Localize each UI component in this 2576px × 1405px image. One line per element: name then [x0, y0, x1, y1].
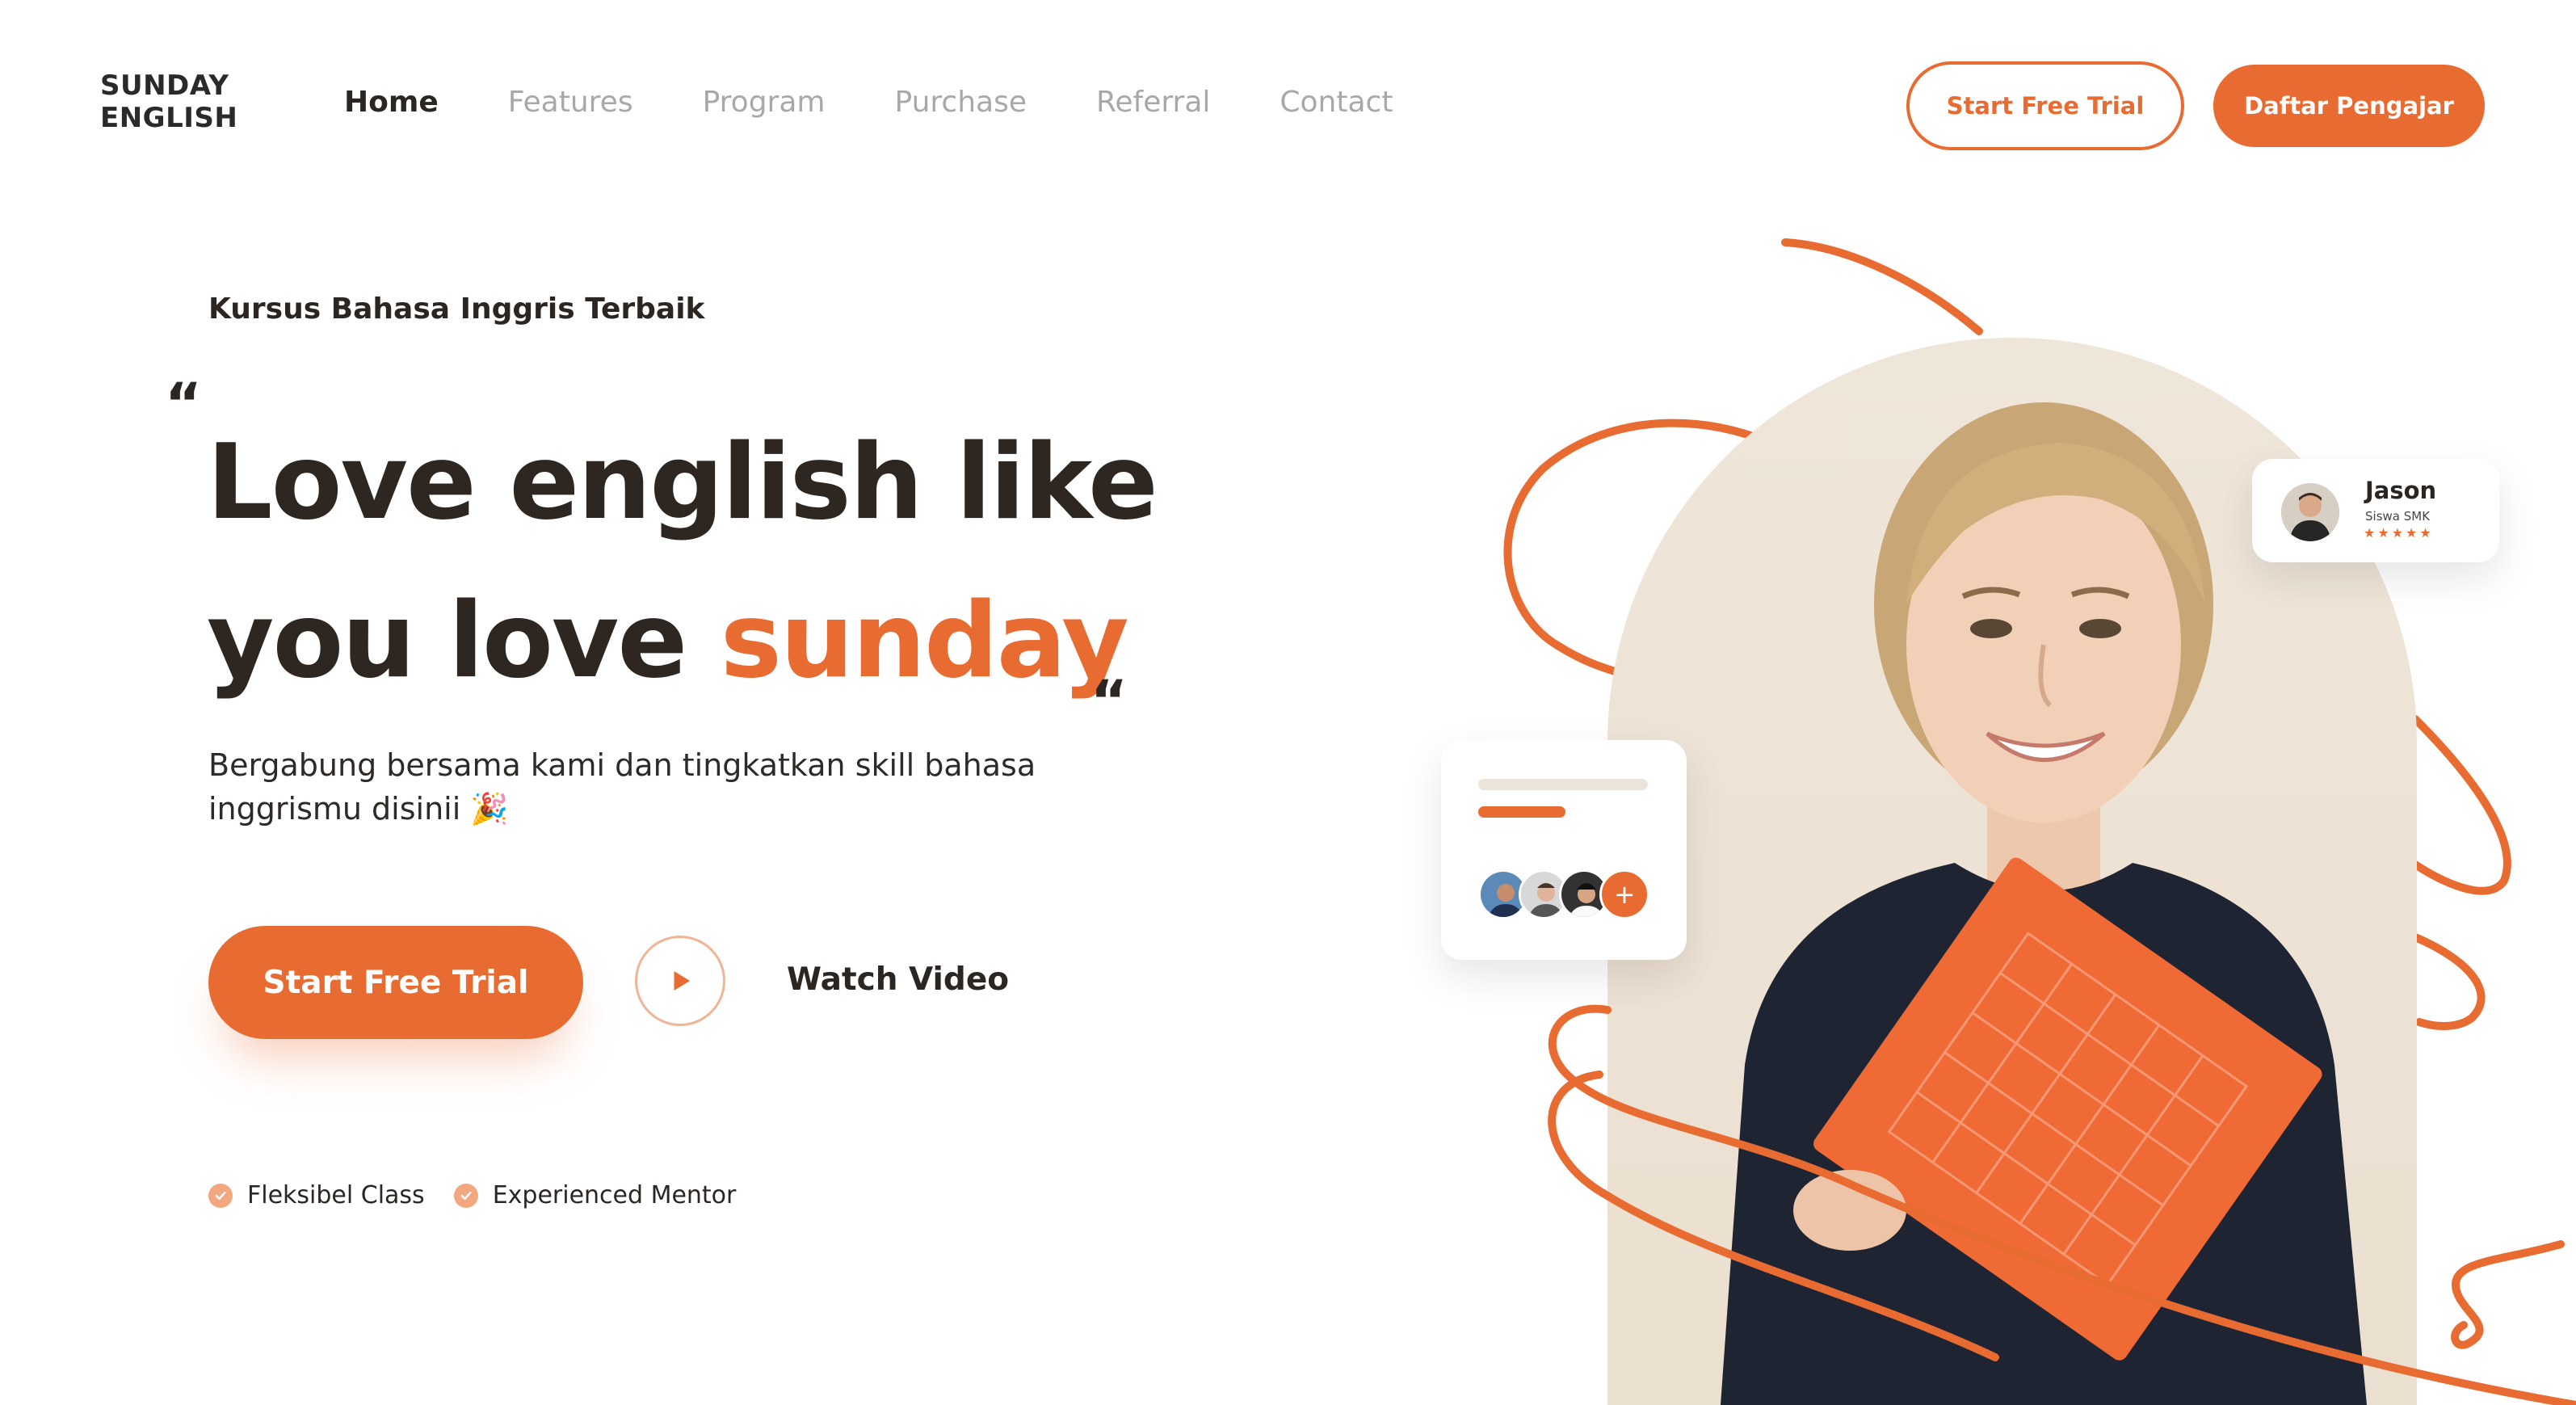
testimonial-card: Jason Siswa SMK ★★★★★	[2252, 459, 2499, 562]
student-avatars: +	[1478, 869, 1649, 919]
quote-open-icon: “	[165, 371, 203, 437]
testimonial-name: Jason	[2365, 477, 2437, 504]
nav-item-referral[interactable]: Referral	[1096, 84, 1210, 121]
check-icon	[208, 1183, 233, 1208]
hero-eyebrow: Kursus Bahasa Inggris Terbaik	[208, 292, 705, 326]
brand-line-2: ENGLISH	[100, 102, 238, 134]
rating-stars-icon: ★★★★★	[2364, 525, 2434, 541]
header-start-trial-button[interactable]: Start Free Trial	[1906, 61, 2184, 150]
placeholder-line	[1478, 779, 1648, 790]
register-teacher-button[interactable]: Daftar Pengajar	[2213, 65, 2485, 147]
headline-line-2: you love	[207, 581, 721, 701]
check-icon	[453, 1183, 478, 1208]
feature-item: Experienced Mentor	[453, 1181, 737, 1209]
nav-item-contact[interactable]: Contact	[1280, 84, 1393, 121]
main-nav: Home Features Program Purchase Referral …	[344, 84, 1462, 121]
feature-label: Fleksibel Class	[247, 1181, 425, 1209]
feature-list: Fleksibel Class Experienced Mentor	[208, 1181, 765, 1209]
testimonial-role: Siswa SMK	[2365, 509, 2431, 524]
brand-line-1: SUNDAY	[100, 69, 229, 102]
hero-headline: Love english like you love sunday	[207, 404, 1158, 721]
add-more-avatar-button[interactable]: +	[1599, 869, 1649, 919]
headline-accent: sunday	[720, 581, 1129, 701]
brand-logo[interactable]: SUNDAY ENGLISH	[100, 69, 237, 134]
nav-item-program[interactable]: Program	[703, 84, 826, 121]
quote-close-icon: “	[1090, 668, 1128, 734]
nav-item-home[interactable]: Home	[344, 84, 439, 121]
play-video-button[interactable]	[635, 936, 725, 1026]
nav-item-purchase[interactable]: Purchase	[895, 84, 1027, 121]
nav-item-features[interactable]: Features	[508, 84, 633, 121]
placeholder-line-accent	[1478, 806, 1565, 818]
watch-video-link[interactable]: Watch Video	[787, 961, 1009, 998]
play-icon	[674, 971, 690, 991]
headline-line-1: Love english like	[207, 423, 1158, 543]
avatar	[2281, 483, 2339, 541]
hero-start-trial-button[interactable]: Start Free Trial	[208, 926, 583, 1039]
feature-label: Experienced Mentor	[492, 1181, 737, 1209]
hero-subtext: Bergabung bersama kami dan tingkatkan sk…	[208, 747, 1036, 827]
plus-icon: +	[1613, 879, 1636, 910]
students-card: +	[1441, 740, 1687, 960]
feature-item: Fleksibel Class	[208, 1181, 425, 1209]
